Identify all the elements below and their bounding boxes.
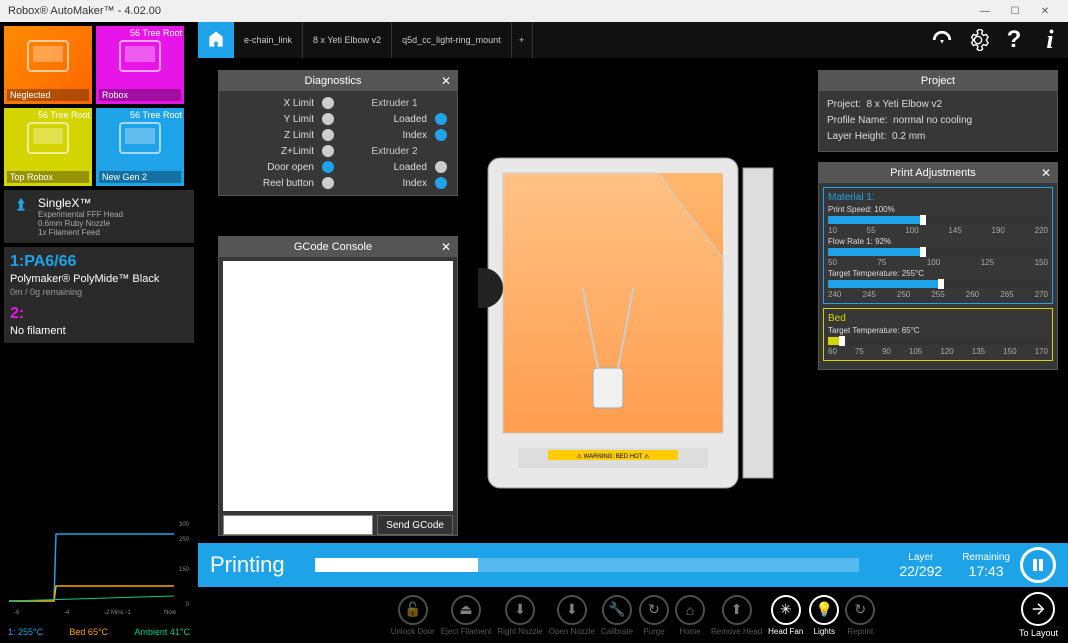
head-title: SingleX™ — [38, 196, 123, 210]
toolbar: 🔓Unlock Door⏏Eject Filament⬇Right Nozzle… — [198, 587, 1068, 643]
graph-legend: 1: 255°C Bed 65°C Ambient 41°C — [4, 625, 194, 639]
printer-tile[interactable]: 56 Tree RootNew Gen 2 — [96, 108, 184, 186]
status-dot — [322, 113, 334, 125]
close-icon[interactable]: ✕ — [1041, 166, 1051, 180]
add-tab-button[interactable]: + — [512, 22, 533, 58]
printer-tile[interactable]: Neglected — [4, 26, 92, 104]
printer-tile[interactable]: 56 Tree RootRobox — [96, 26, 184, 104]
svg-text:⚠ WARNING: BED HOT ⚠: ⚠ WARNING: BED HOT ⚠ — [577, 453, 650, 460]
status-dot — [435, 113, 447, 125]
send-gcode-button[interactable]: Send GCode — [377, 515, 453, 535]
pause-button[interactable] — [1020, 547, 1056, 583]
print-head-info: SingleX™ Experimental FFF Head 0.6mm Rub… — [4, 190, 194, 243]
printer-tile[interactable]: 56 Tree RootTop Robox — [4, 108, 92, 186]
tool-lights[interactable]: 💡Lights — [809, 595, 839, 636]
project-tab[interactable]: e-chain_link — [234, 22, 303, 58]
gear-icon[interactable] — [960, 22, 996, 58]
svg-text:-2 Mins -1: -2 Mins -1 — [104, 610, 131, 616]
svg-text:-6: -6 — [14, 610, 20, 616]
project-tab[interactable]: q5d_cc_light-ring_mount — [392, 22, 512, 58]
tool-open-nozzle[interactable]: ⬇Open Nozzle — [549, 595, 595, 636]
filament-slot-2: 2: — [10, 305, 188, 323]
status-text: Printing — [210, 552, 285, 578]
close-icon[interactable]: ✕ — [441, 74, 451, 88]
print-adjustments-panel: Print Adjustments✕ Material 1: Print Spe… — [818, 162, 1058, 370]
gcode-input[interactable] — [223, 515, 373, 535]
maximize-button[interactable]: ☐ — [1000, 6, 1030, 17]
tool-calibrate[interactable]: 🔧Calibrate — [601, 595, 633, 636]
status-dot — [322, 129, 334, 141]
tool-remove-head[interactable]: ⬆Remove Head — [711, 595, 762, 636]
temperature-graph: 300 250 150 0 -6 -4 -2 Mins -1 Now — [4, 511, 194, 621]
svg-text:0: 0 — [186, 602, 190, 608]
svg-text:Now: Now — [164, 610, 177, 616]
close-icon[interactable]: ✕ — [441, 240, 451, 254]
slider[interactable] — [828, 248, 1048, 256]
gcode-output — [223, 261, 453, 511]
info-icon[interactable]: i — [1032, 22, 1068, 58]
status-bar: Printing Layer22/292 Remaining17:43 — [198, 543, 1068, 587]
tool-unlock-door[interactable]: 🔓Unlock Door — [391, 595, 435, 636]
print-icon[interactable] — [924, 22, 960, 58]
window-titlebar: Robox® AutoMaker™ - 4.02.00 — ☐ ✕ — [0, 0, 1068, 22]
status-dot — [435, 161, 447, 173]
minimize-button[interactable]: — — [970, 6, 1000, 17]
svg-text:300: 300 — [179, 522, 190, 528]
status-dot — [322, 97, 334, 109]
head-icon — [10, 196, 32, 218]
filament-slot-1: 1:PA6/66 — [10, 253, 188, 271]
slider[interactable] — [828, 216, 1048, 224]
project-tab[interactable]: 8 x Yeti Elbow v2 — [303, 22, 392, 58]
project-panel: Project Project: 8 x Yeti Elbow v2 Profi… — [818, 70, 1058, 152]
svg-text:-4: -4 — [64, 610, 70, 616]
workspace: ⚠ WARNING: BED HOT ⚠ Diagnostics✕ X Limi… — [198, 58, 1068, 543]
help-icon[interactable]: ? — [996, 22, 1032, 58]
tool-reprint[interactable]: ↻Reprint — [845, 595, 875, 636]
status-dot — [322, 145, 334, 157]
tool-purge[interactable]: ↻Purge — [639, 595, 669, 636]
slider[interactable] — [828, 280, 1048, 288]
slider[interactable] — [828, 337, 1048, 345]
top-tab-bar: e-chain_link8 x Yeti Elbow v2q5d_cc_ligh… — [198, 22, 1068, 58]
progress-bar — [315, 558, 860, 572]
status-dot — [322, 177, 334, 189]
close-button[interactable]: ✕ — [1030, 6, 1060, 17]
printer-preview: ⚠ WARNING: BED HOT ⚠ — [478, 138, 788, 508]
diagnostics-panel: Diagnostics✕ X LimitExtruder 1Y LimitLoa… — [218, 70, 458, 196]
gcode-console-panel: GCode Console✕ Send GCode — [218, 236, 458, 536]
status-dot — [435, 129, 447, 141]
svg-text:150: 150 — [179, 567, 190, 573]
tool-head-fan[interactable]: ✳Head Fan — [768, 595, 803, 636]
status-dot — [435, 177, 447, 189]
sidebar: Neglected56 Tree RootRobox56 Tree RootTo… — [0, 22, 198, 643]
home-icon[interactable] — [198, 22, 234, 58]
tool-right-nozzle[interactable]: ⬇Right Nozzle — [497, 595, 542, 636]
tool-home[interactable]: ⌂Home — [675, 595, 705, 636]
status-dot — [322, 161, 334, 173]
filament-info: 1:PA6/66 Polymaker® PolyMide™ Black 0m /… — [4, 247, 194, 343]
tool-eject-filament[interactable]: ⏏Eject Filament — [441, 595, 492, 636]
svg-text:250: 250 — [179, 537, 190, 543]
window-title: Robox® AutoMaker™ - 4.02.00 — [8, 5, 161, 17]
to-layout-button[interactable]: To Layout — [1019, 592, 1058, 638]
